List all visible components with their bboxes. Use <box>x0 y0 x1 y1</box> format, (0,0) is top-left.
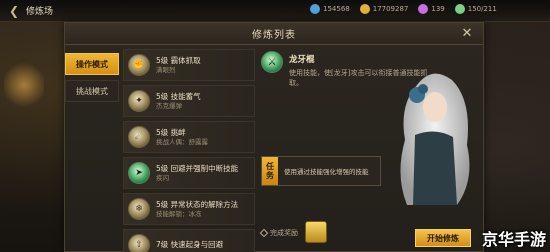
rise-icon: ⇧ <box>128 234 150 252</box>
grab-icon: ✊ <box>128 54 150 76</box>
list-item[interactable]: ⇧ 7级 快速起身与回避 <box>123 229 255 252</box>
skill-list[interactable]: ✊ 5级 霸体抓取 满眼烈 ✦ 5级 技能蓄气 杰克爆弹 ☄ 5级 挑衅 挑战人… <box>123 49 255 252</box>
currency-coin: 154568 <box>310 4 350 14</box>
cleanse-icon: ❄ <box>128 198 150 220</box>
currency-gold: 17709287 <box>359 4 409 14</box>
task-box: 任务 使用通过技能强化增强的技能 <box>261 156 381 186</box>
list-item[interactable]: ❄ 5级 异常状态的解除方法 技能解锁：冰冻 <box>123 193 255 225</box>
skill-name: 5级 回避并强制中断技能 <box>156 163 239 173</box>
currency-gem: 139 <box>418 4 445 14</box>
list-item[interactable]: ✊ 5级 霸体抓取 满眼烈 <box>123 49 255 81</box>
charge-icon: ✦ <box>128 90 150 112</box>
gem-icon <box>418 4 429 14</box>
skill-sub: 技能解锁：冰冻 <box>156 209 202 218</box>
currency-value: 17709287 <box>372 5 409 13</box>
list-item[interactable]: ☄ 5级 挑衅 挑战人偶：舒露露 <box>123 121 255 153</box>
skill-name: 5级 技能蓄气 <box>156 91 201 101</box>
skill-sub: 满眼烈 <box>156 65 176 74</box>
currency-value: 154568 <box>323 5 350 13</box>
currency-value: 139 <box>431 5 445 13</box>
start-training-button[interactable]: 开始修炼 <box>415 229 471 247</box>
gold-bar-icon[interactable] <box>305 221 327 243</box>
currency-value: 150/211 <box>467 5 497 13</box>
currency-bar: 154568 17709287 139 150/211 <box>300 4 497 14</box>
tab-challenge-mode[interactable]: 挑战模式 <box>65 80 119 102</box>
taunt-icon: ☄ <box>128 126 150 148</box>
tab-operation-mode[interactable]: 操作模式 <box>65 53 119 75</box>
coin-icon <box>310 4 320 14</box>
skill-sub: 杰克爆弹 <box>156 101 182 110</box>
training-list-panel: 修炼列表 ✕ 操作模式 挑战模式 ✊ 5级 霸体抓取 满眼烈 ✦ 5级 技能蓄气… <box>64 22 484 252</box>
panel-header: 修炼列表 ✕ <box>65 23 483 45</box>
energy-icon <box>454 4 465 14</box>
task-text: 使用通过技能强化增强的技能 <box>284 168 369 176</box>
panel-title: 修炼列表 <box>252 30 296 41</box>
diamond-bullet-icon <box>259 228 269 238</box>
skill-name: 5级 挑衅 <box>156 127 186 137</box>
reward-row: 完成奖励 <box>259 228 298 238</box>
mode-tabs: 操作模式 挑战模式 <box>65 53 119 107</box>
skill-sub: 疾闪 <box>156 173 169 182</box>
skill-name: 5级 异常状态的解除方法 <box>156 199 239 209</box>
list-item[interactable]: ✦ 5级 技能蓄气 杰克爆弹 <box>123 85 255 117</box>
character-portrait <box>400 73 470 205</box>
reward-label: 完成奖励 <box>270 229 298 237</box>
close-icon[interactable]: ✕ <box>459 26 475 42</box>
dragon-fang-icon: ⚔ <box>261 51 283 73</box>
detail-skill-name: 龙牙棍 <box>289 55 315 65</box>
lantern-glow <box>4 60 44 110</box>
back-arrow-icon[interactable]: ❮ <box>4 1 24 21</box>
list-item[interactable]: ➤ 5级 回避并强制中断技能 疾闪 <box>123 157 255 189</box>
skill-name: 5级 霸体抓取 <box>156 55 201 65</box>
gold-icon <box>359 4 370 14</box>
watermark: 京华手游 <box>481 230 546 249</box>
task-tag: 任务 <box>262 157 278 185</box>
skill-name: 7级 快速起身与回避 <box>156 239 224 249</box>
skill-sub: 挑战人偶：舒露露 <box>156 137 208 146</box>
currency-energy: 150/211 <box>454 4 497 14</box>
top-title: 修炼场 <box>26 7 54 17</box>
dodge-icon: ➤ <box>128 162 150 184</box>
